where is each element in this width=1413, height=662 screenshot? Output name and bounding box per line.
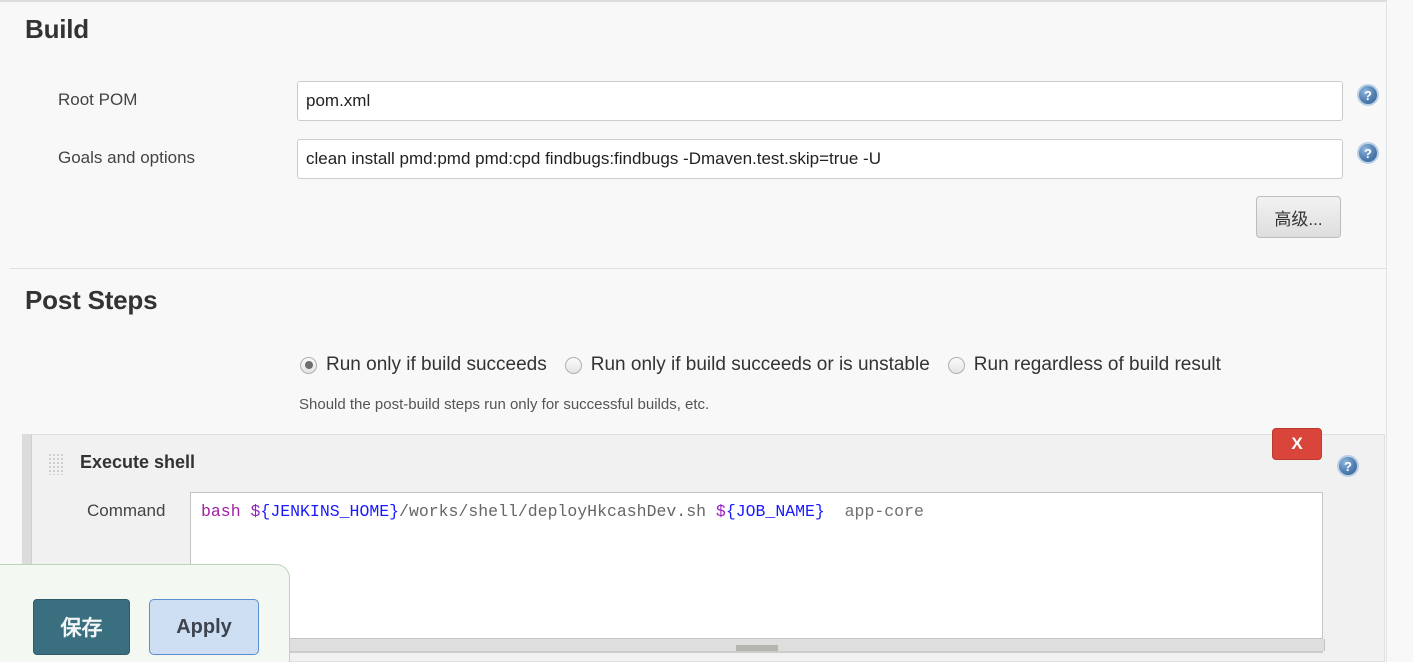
radio-run-if-succeeds-or-unstable[interactable]: Run only if build succeeds or is unstabl…	[564, 354, 930, 376]
delete-step-button[interactable]: X	[1272, 428, 1322, 460]
radio-label: Run regardless of build result	[973, 354, 1221, 375]
radio-run-regardless[interactable]: Run regardless of build result	[947, 354, 1221, 376]
radio-mark-icon	[564, 356, 582, 374]
radio-run-if-succeeds[interactable]: Run only if build succeeds	[300, 354, 547, 376]
help-icon-glyph: ?	[1344, 458, 1352, 474]
post-step-trigger-radio-group: Run only if build succeeds Run only if b…	[300, 354, 1239, 376]
help-icon-glyph: ?	[1364, 87, 1372, 103]
save-button-label: 保存	[60, 617, 103, 640]
page-title-build: Build	[25, 14, 89, 44]
command-token-plain	[706, 502, 716, 521]
close-icon: X	[1291, 434, 1303, 453]
apply-button-label: Apply	[176, 615, 232, 638]
radio-mark-selected-icon	[300, 356, 317, 374]
drag-handle-icon[interactable]	[48, 453, 65, 475]
help-icon-execute-shell[interactable]: ?	[1337, 455, 1359, 477]
help-icon-glyph: ?	[1364, 145, 1372, 161]
radio-mark-icon	[947, 356, 965, 374]
command-token-dollar: $	[715, 502, 726, 521]
section-divider	[10, 268, 1390, 269]
help-icon-root-pom[interactable]: ?	[1357, 84, 1379, 106]
command-token-dollar: $	[250, 502, 261, 521]
command-code-editor[interactable]: bash ${JENKINS_HOME}/works/shell/deployH…	[190, 492, 1323, 639]
label-command: Command	[87, 501, 166, 520]
label-root-pom: Root POM	[58, 90, 138, 109]
command-token-plain	[241, 502, 251, 521]
jenkins-job-config-page: Build Root POM ? Goals and options ? 高级.…	[0, 0, 1413, 662]
command-editor-bottom-rule	[190, 651, 1323, 653]
advanced-button[interactable]: 高级...	[1256, 196, 1341, 238]
root-pom-input[interactable]	[297, 81, 1343, 121]
command-token-plain	[825, 502, 845, 521]
page-title-post-steps: Post Steps	[25, 285, 158, 315]
post-step-trigger-hint: Should the post-build steps run only for…	[299, 396, 710, 413]
execute-shell-title: Execute shell	[80, 452, 196, 472]
command-token-var: {JOB_NAME}	[725, 502, 825, 521]
radio-label: Run only if build succeeds or is unstabl…	[590, 354, 930, 375]
label-goals-and-options: Goals and options	[58, 148, 196, 167]
page-right-gutter	[1386, 0, 1413, 662]
help-icon-goals-and-options[interactable]: ?	[1357, 142, 1379, 164]
command-token-path: /works/shell/deployHkcashDev.sh	[399, 502, 706, 521]
save-button[interactable]: 保存	[33, 599, 130, 655]
radio-label: Run only if build succeeds	[326, 354, 547, 375]
apply-button[interactable]: Apply	[149, 599, 259, 655]
command-code-line: bash ${JENKINS_HOME}/works/shell/deployH…	[201, 501, 924, 523]
goals-and-options-input[interactable]	[297, 139, 1343, 179]
top-divider	[0, 0, 1390, 2]
command-token-arg: app-core	[844, 502, 924, 521]
command-token-cmd: bash	[201, 502, 241, 521]
command-token-var: {JENKINS_HOME}	[260, 502, 400, 521]
